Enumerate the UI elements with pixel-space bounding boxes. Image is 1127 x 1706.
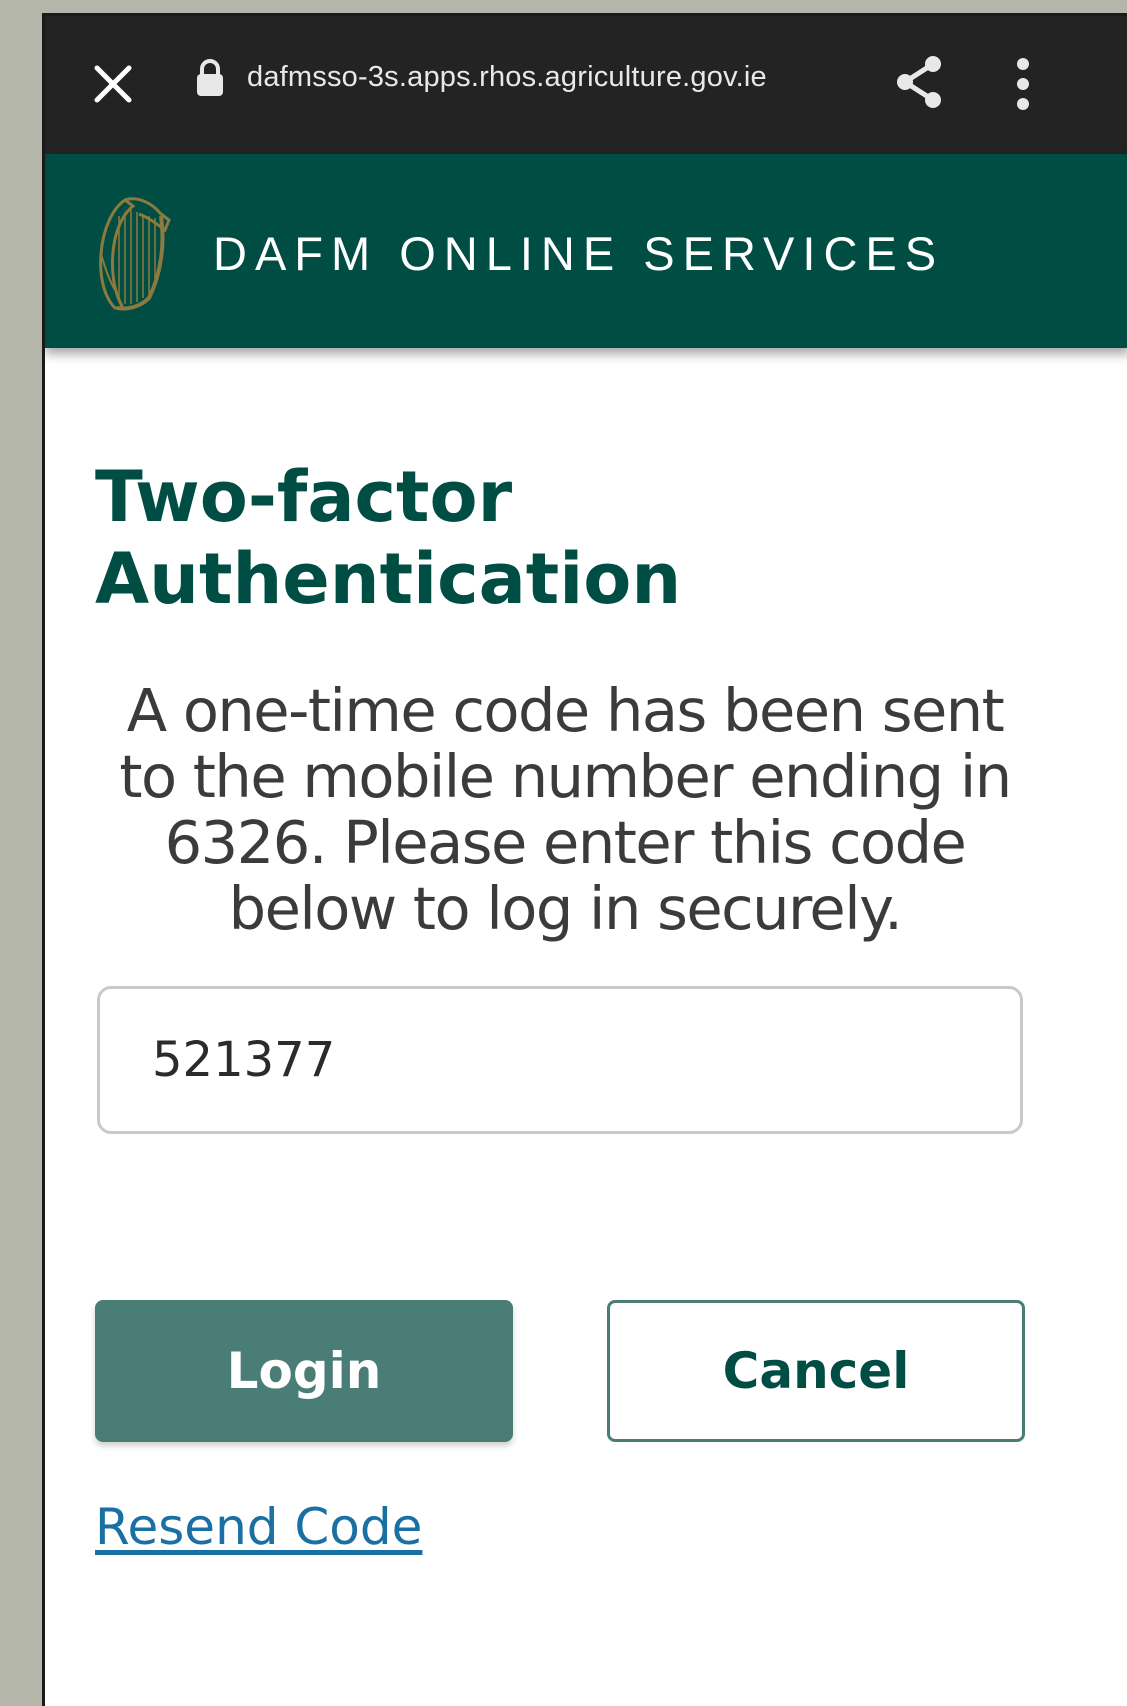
close-icon[interactable] [91,62,135,106]
instruction-text: A one-time code has been sent to the mob… [119,676,1012,943]
cancel-button[interactable]: Cancel [607,1300,1025,1442]
page-title-line1: Two-factor [95,456,513,538]
resend-code-link[interactable]: Resend Code [95,1498,422,1556]
more-vertical-icon[interactable] [1013,54,1033,114]
page-title-line2: Authentication [95,538,682,620]
page-title: Two-factor Authentication [95,456,995,620]
address-bar-url[interactable]: dafmsso-3s.apps.rhos.agriculture.gov.ie [247,61,767,94]
share-icon[interactable] [893,54,945,110]
browser-toolbar: dafmsso-3s.apps.rhos.agriculture.gov.ie [45,16,1127,154]
lock-icon [197,59,223,96]
login-button[interactable]: Login [95,1300,513,1442]
phone-screen: dafmsso-3s.apps.rhos.agriculture.gov.ie [42,13,1127,1706]
one-time-code-input[interactable] [97,986,1023,1134]
site-header: DAFM ONLINE SERVICES [45,154,1127,348]
harp-logo[interactable] [95,194,177,312]
site-title: DAFM ONLINE SERVICES [213,227,945,280]
